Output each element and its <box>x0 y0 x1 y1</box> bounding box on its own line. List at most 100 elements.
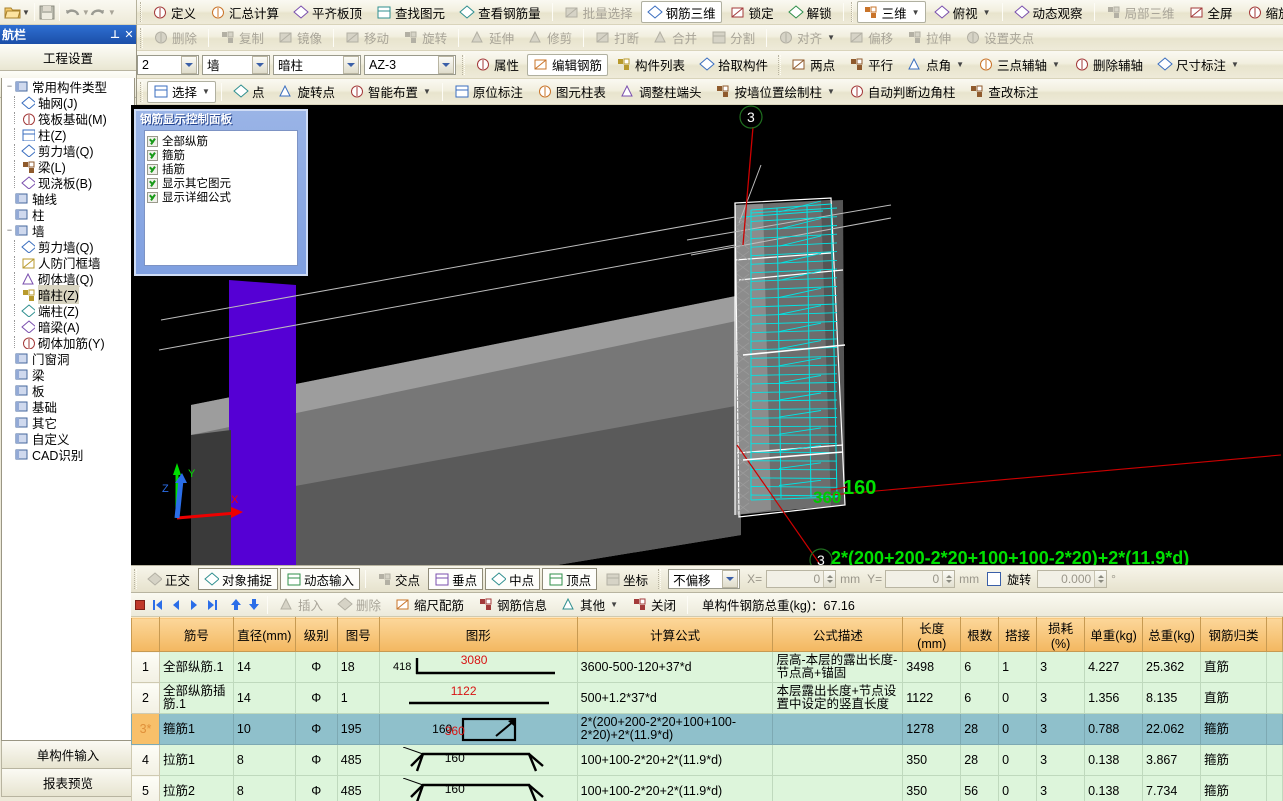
nav-first-icon[interactable] <box>149 596 167 614</box>
main-toolbar-缩放-button[interactable]: 缩放▼ <box>1241 1 1283 23</box>
3d-viewport[interactable]: 3 3 160 360 2*(200+200-2*20+100+100-2*20… <box>131 105 1283 565</box>
axis-尺寸标注-button[interactable]: 尺寸标注 ▼ <box>1151 54 1245 76</box>
rebar-display-option-1[interactable]: 箍筋 <box>147 148 295 162</box>
main-toolbar-dropdown-arrow[interactable]: ▼ <box>983 8 991 17</box>
tree-item-现浇板B[interactable]: 现浇板(B) <box>2 174 134 191</box>
selector-编辑钢筋-button[interactable]: 编辑钢筋 <box>527 53 609 76</box>
column-header-no[interactable] <box>131 617 160 652</box>
tree-item-梁[interactable]: 梁 <box>2 366 134 383</box>
grid-scroll-area[interactable]: 筋号 直径(mm) 级别 图号 图形 计算公式 公式描述 长度(mm) 根数 搭接 损耗(%) 单重(… <box>131 617 1283 801</box>
main-toolbar-汇总计算-button[interactable]: 汇总计算 <box>204 1 285 23</box>
tree-item-柱[interactable]: 柱 <box>2 206 134 223</box>
grid-其他-button[interactable]: 其他 ▼ <box>555 594 624 616</box>
axis-dropdown-arrow[interactable]: ▼ <box>1231 60 1239 69</box>
control-panel-options[interactable]: 全部纵筋 箍筋 插筋 显示其它图元 显示详细公式 <box>144 130 298 266</box>
main-toolbar-查看钢筋量-button[interactable]: 查看钢筋量 <box>453 1 547 23</box>
rebar-display-option-4[interactable]: 显示详细公式 <box>147 190 295 204</box>
draw-旋转点-button[interactable]: 旋转点 <box>272 81 341 103</box>
tree-item-CAD识别[interactable]: CAD识别 <box>2 446 134 463</box>
checkbox-icon[interactable] <box>147 191 158 203</box>
selector-构件列表-button[interactable]: 构件列表 <box>610 54 691 76</box>
grid-关闭-button[interactable]: 关闭 <box>626 594 682 616</box>
tree-item-筏板基础M[interactable]: 筏板基础(M) <box>2 110 134 127</box>
checkbox-icon[interactable] <box>147 135 158 147</box>
rebar-display-option-2[interactable]: 插筋 <box>147 162 295 176</box>
nav-footer-button-1[interactable]: 报表预览 <box>1 769 135 797</box>
draw-查改标注-button[interactable]: 查改标注 <box>963 81 1044 103</box>
rotate-spinner[interactable] <box>1094 571 1107 587</box>
draw-自动判断边角柱-button[interactable]: 自动判断边角柱 <box>843 81 962 103</box>
draw-智能布置-button[interactable]: 智能布置 ▼ <box>343 81 437 103</box>
member-name-combo-arrow[interactable] <box>438 55 454 74</box>
draw-dropdown-arrow[interactable]: ▼ <box>827 87 835 96</box>
close-icon[interactable]: ✕ <box>122 28 136 41</box>
column-header-shape[interactable]: 图形 <box>378 617 578 652</box>
tree-item-轴线[interactable]: 轴线 <box>2 190 134 207</box>
draw-dropdown-arrow[interactable]: ▼ <box>202 87 210 96</box>
axis-dropdown-arrow[interactable]: ▼ <box>1052 60 1060 69</box>
main-toolbar-钢筋三维-button[interactable]: 钢筋三维 <box>640 1 722 23</box>
panel-close-icon[interactable] <box>135 599 145 610</box>
column-header-count[interactable]: 根数 <box>960 617 1000 652</box>
draw-调整柱端头-button[interactable]: 调整柱端头 <box>614 81 708 103</box>
row-number-cell[interactable]: 3* <box>131 713 160 745</box>
column-header-class[interactable]: 钢筋归类 <box>1200 617 1267 652</box>
checkbox-icon[interactable] <box>147 177 158 189</box>
column-header-length[interactable]: 长度(mm) <box>902 617 962 652</box>
rotate-checkbox[interactable] <box>987 572 1002 586</box>
tree-item-剪力墙Q[interactable]: 剪力墙(Q) <box>2 142 134 159</box>
main-toolbar-平齐板顶-button[interactable]: 平齐板顶 <box>287 1 368 23</box>
column-header-extra[interactable] <box>1265 617 1283 652</box>
axis-点角-button[interactable]: 点角 ▼ <box>901 54 970 76</box>
x-coord-spinner[interactable] <box>823 571 836 587</box>
checkbox-icon[interactable] <box>147 163 158 175</box>
selector-属性-button[interactable]: 属性 <box>469 54 525 76</box>
column-header-totalwt[interactable]: 总重(kg) <box>1142 617 1201 652</box>
table-row[interactable]: 4 拉筋1 8 Φ 485 160 100+100-2*20+2*(11.9*d) 350 2… <box>131 744 1283 776</box>
tree-item-板[interactable]: 板 <box>2 382 134 399</box>
draw-原位标注-button[interactable]: 原位标注 <box>448 81 529 103</box>
expander-minus-icon[interactable]: − <box>4 225 15 235</box>
table-row[interactable]: 1 全部纵筋.1 14 Φ 18 418 3080 3600-500-120+37*d 层高… <box>131 651 1283 683</box>
main-toolbar-俯视-button[interactable]: 俯视 ▼ <box>928 1 997 23</box>
main-toolbar-锁定-button[interactable]: 锁定 <box>724 1 780 23</box>
snap-toggle-对象捕捉-toggle[interactable]: 对象捕捉 <box>198 568 279 590</box>
main-toolbar-动态观察-button[interactable]: 动态观察 <box>1008 1 1089 23</box>
category-combo[interactable]: 墙 <box>202 54 270 75</box>
rebar-display-option-3[interactable]: 显示其它图元 <box>147 176 295 190</box>
nav-last-icon[interactable] <box>203 596 221 614</box>
draw-选择-button[interactable]: 选择 ▼ <box>147 80 216 103</box>
main-toolbar-全屏-button[interactable]: 全屏 <box>1183 1 1239 23</box>
grid-缩尺配筋-button[interactable]: 缩尺配筋 <box>389 594 470 616</box>
y-coord-input[interactable]: 0 <box>885 570 956 588</box>
axis-两点-button[interactable]: 两点 <box>785 54 841 76</box>
draw-按墙位置绘制柱-button[interactable]: 按墙位置绘制柱 ▼ <box>709 81 840 103</box>
row-number-cell[interactable]: 1 <box>131 651 160 683</box>
snap-mode-交点-toggle[interactable]: 交点 <box>371 568 426 590</box>
floor-combo[interactable]: 2 <box>137 54 199 75</box>
column-header-grade[interactable]: 级别 <box>294 617 338 652</box>
snap-toggle-动态输入-toggle[interactable]: 动态输入 <box>280 568 361 590</box>
main-toolbar-三维-button[interactable]: 三维 ▼ <box>856 1 926 23</box>
grid-钢筋信息-button[interactable]: 钢筋信息 <box>472 594 553 616</box>
main-toolbar-解锁-button[interactable]: 解锁 <box>782 1 838 23</box>
column-header-loss[interactable]: 损耗(%) <box>1036 617 1086 652</box>
offset-mode-arrow[interactable] <box>722 570 739 588</box>
table-row[interactable]: 2 全部纵筋插筋.1 14 Φ 1 1122 500+1.2*37*d 本层露出长度+节点设… <box>131 682 1283 714</box>
column-header-dia[interactable]: 直径(mm) <box>232 617 296 652</box>
snap-mode-垂点-toggle[interactable]: 垂点 <box>428 568 484 590</box>
axis-平行-button[interactable]: 平行 <box>843 54 899 76</box>
move-up-icon[interactable] <box>227 596 245 614</box>
column-header-desc[interactable]: 公式描述 <box>772 617 904 652</box>
draw-图元柱表-button[interactable]: 图元柱表 <box>531 81 612 103</box>
component-tree[interactable]: − 常用构件类型 轴网(J) 筏板基础(M) 柱(Z) 剪力墙(Q) 梁(L) 现浇板(B) 轴… <box>1 78 135 741</box>
tree-item-门窗洞[interactable]: 门窗洞 <box>2 350 134 367</box>
floor-combo-arrow[interactable] <box>181 55 197 74</box>
column-header-lap[interactable]: 搭接 <box>998 617 1038 652</box>
member-type-combo-arrow[interactable] <box>343 55 359 74</box>
row-number-cell[interactable]: 2 <box>131 682 160 714</box>
main-toolbar-dropdown-arrow[interactable]: ▼ <box>912 8 920 17</box>
table-row[interactable]: 5 拉筋2 8 Φ 485 160 100+100-2*20+2*(11.9*d) 350 5… <box>131 775 1283 801</box>
main-toolbar-定义-button[interactable]: 定义 <box>146 1 202 23</box>
expander-minus-icon[interactable]: − <box>4 81 15 91</box>
